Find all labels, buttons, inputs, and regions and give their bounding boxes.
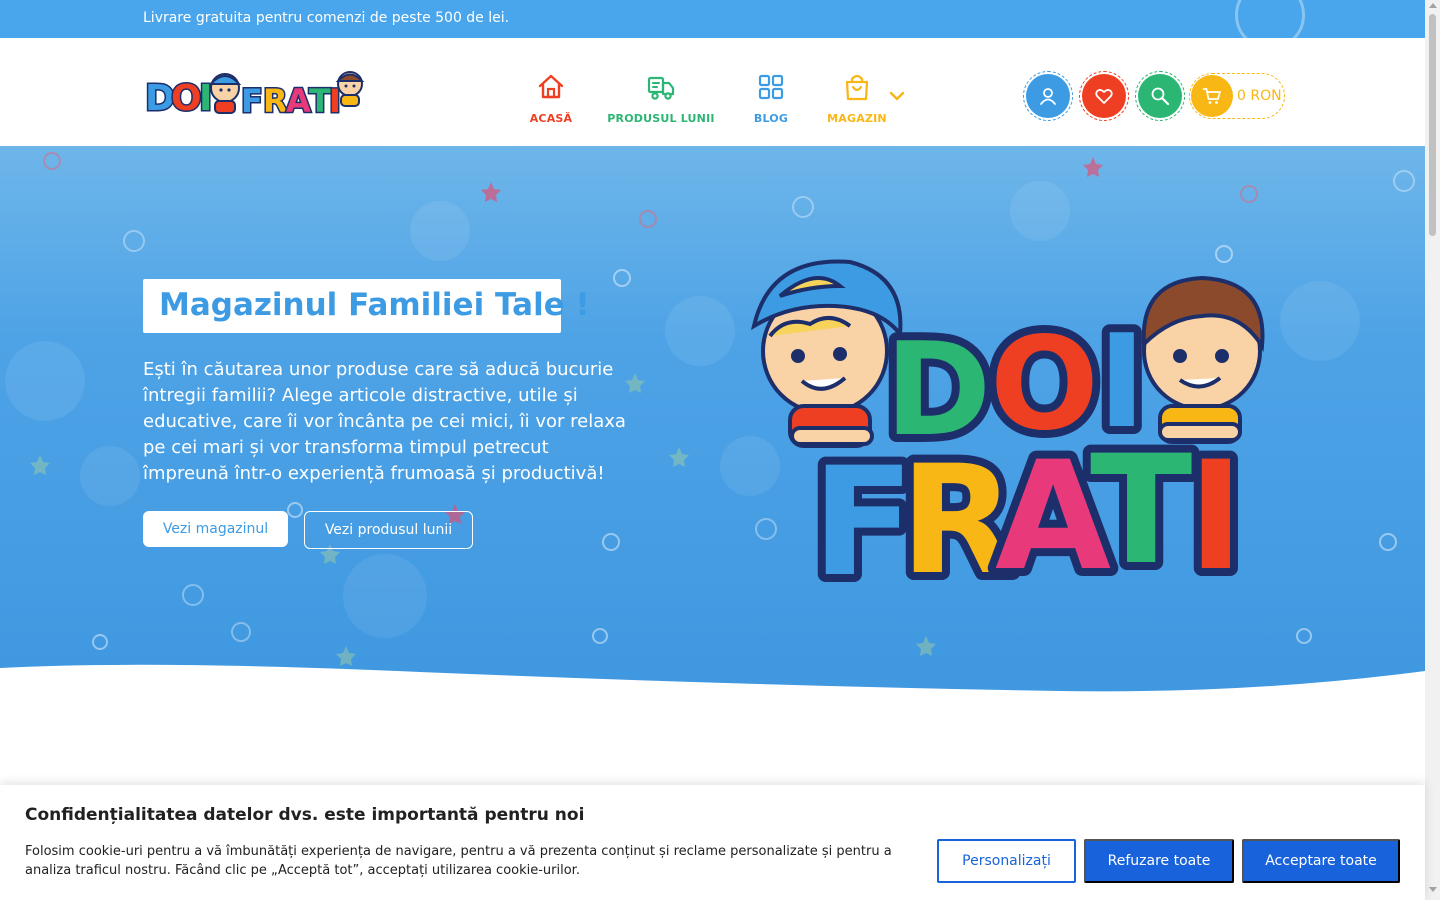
svg-text:I: I xyxy=(1188,430,1244,604)
svg-text:T: T xyxy=(1090,424,1192,598)
wishlist-button[interactable] xyxy=(1079,71,1129,121)
nav-item-label: MAGAZIN xyxy=(827,112,887,125)
account-button[interactable] xyxy=(1023,71,1073,121)
home-icon xyxy=(538,74,564,99)
cookie-description: Folosim cookie-uri pentru a vă îmbunătăț… xyxy=(25,844,892,878)
reject-all-cookies-button[interactable]: Refuzare toate xyxy=(1084,839,1234,883)
decorative-sun-icon xyxy=(1235,0,1305,38)
page: Livrare gratuita pentru comenzi de peste… xyxy=(0,0,1440,900)
nav-item-label: BLOG xyxy=(753,112,789,125)
customize-cookies-button[interactable]: Personalizați xyxy=(937,839,1076,883)
chevron-down-icon[interactable] xyxy=(887,86,907,106)
page-scrollbar[interactable] xyxy=(1425,0,1440,900)
hero-title: Magazinul Familiei Tale ! xyxy=(159,287,590,323)
svg-text:A: A xyxy=(286,82,311,120)
hero-section: Magazinul Familiei Tale ! Ești în căutar… xyxy=(0,146,1425,706)
cart-icon xyxy=(1202,88,1221,104)
doi-frati-illustration: D O I F R A T I xyxy=(750,259,1265,606)
nav-item-label: PRODUSUL LUNII xyxy=(607,112,715,125)
heart-icon xyxy=(1095,88,1113,104)
search-button[interactable] xyxy=(1135,71,1185,121)
view-shop-button[interactable]: Vezi magazinul xyxy=(143,511,288,547)
site-header: D O I F R A T I ACASĂ PRODUSUL LUNII BLO… xyxy=(0,38,1425,146)
svg-text:F: F xyxy=(241,82,263,120)
cart-total[interactable]: 0 RON xyxy=(1237,88,1282,104)
hero-title-box: Magazinul Familiei Tale ! xyxy=(143,279,590,333)
user-icon xyxy=(1040,88,1056,105)
cart-icon-wrapper[interactable] xyxy=(1191,75,1233,117)
announcement-bar: Livrare gratuita pentru comenzi de peste… xyxy=(0,0,1425,38)
svg-text:T: T xyxy=(309,82,331,120)
delivery-truck-icon xyxy=(647,76,675,100)
search-icon xyxy=(1151,87,1170,106)
announcement-text: Livrare gratuita pentru comenzi de peste… xyxy=(143,10,510,26)
site-logo[interactable]: D O I F R A T I xyxy=(143,66,368,122)
cookie-title: Confidențialitatea datelor dvs. este imp… xyxy=(25,805,585,825)
nav-item-label: ACASĂ xyxy=(529,112,573,125)
shopping-bag-icon xyxy=(845,74,869,101)
cookie-consent-banner: Confidențialitatea datelor dvs. este imp… xyxy=(0,785,1425,900)
scroll-up-arrow-icon[interactable] xyxy=(1429,3,1437,8)
view-product-of-month-button[interactable]: Vezi produsul lunii xyxy=(304,511,473,549)
scrollbar-thumb[interactable] xyxy=(1429,14,1436,236)
svg-text:R: R xyxy=(263,82,288,120)
accept-all-cookies-button[interactable]: Acceptare toate xyxy=(1242,839,1400,883)
hero-description: Ești în căutarea unor produse care să ad… xyxy=(143,359,626,484)
grid-icon xyxy=(758,74,784,100)
svg-text:O: O xyxy=(171,78,202,119)
scroll-down-arrow-icon[interactable] xyxy=(1429,887,1437,892)
